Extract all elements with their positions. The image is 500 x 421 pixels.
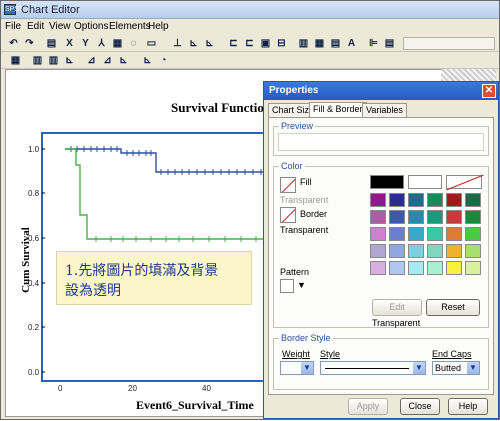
color-swatch[interactable] <box>408 244 424 258</box>
color-swatch[interactable] <box>427 227 443 241</box>
fill-swatch-icon[interactable] <box>280 177 296 193</box>
border-value: Transparent <box>280 225 329 235</box>
endcaps-value: Butted <box>435 363 462 373</box>
color-swatch[interactable] <box>465 261 481 275</box>
x-ticks: 0 20 40 <box>58 384 211 393</box>
color-swatch[interactable] <box>427 210 443 224</box>
color-swatch[interactable] <box>465 244 481 258</box>
color-swatch[interactable] <box>370 227 386 241</box>
series-1-line <box>65 148 272 173</box>
pattern-label: Pattern <box>280 267 310 277</box>
color-swatch[interactable] <box>389 261 405 275</box>
color-swatch[interactable] <box>465 210 481 224</box>
series-1-censor-marks <box>70 146 262 175</box>
reset-button[interactable]: Reset <box>426 299 480 316</box>
tab-variables[interactable]: Variables <box>362 103 407 117</box>
preview-group: Preview <box>273 121 489 156</box>
y-tick-label: 0.2 <box>28 323 40 332</box>
y-tick-label: 0.8 <box>28 189 40 198</box>
dialog-title: Properties <box>269 85 319 96</box>
y-tick-label: 1.0 <box>28 145 40 154</box>
fill-value: Transparent <box>280 195 329 205</box>
color-swatch[interactable] <box>465 193 481 207</box>
y-tick-label: 0.4 <box>28 279 40 288</box>
color-swatch[interactable] <box>446 227 462 241</box>
preview-box <box>278 133 484 151</box>
color-swatch[interactable] <box>408 193 424 207</box>
y-tick-label: 0.6 <box>28 234 40 243</box>
close-icon[interactable]: ✕ <box>482 84 496 98</box>
border-style-label: Border Style <box>279 333 333 343</box>
color-swatch[interactable] <box>389 244 405 258</box>
color-swatch[interactable] <box>427 244 443 258</box>
color-swatch[interactable] <box>446 174 484 191</box>
fill-label[interactable]: Fill <box>300 177 312 187</box>
border-swatch-icon[interactable] <box>280 207 296 223</box>
weight-label: Weight <box>282 349 310 359</box>
fill-border-panel: Preview Color Fill Transparent Border Tr… <box>268 117 494 395</box>
preview-label: Preview <box>279 121 316 131</box>
style-label: Style <box>320 349 341 359</box>
color-swatch[interactable] <box>446 210 462 224</box>
color-swatch[interactable] <box>389 193 405 207</box>
color-swatch[interactable] <box>427 193 443 207</box>
pattern-swatch[interactable] <box>280 279 294 293</box>
color-swatch[interactable] <box>370 175 404 189</box>
chevron-down-icon: ▼ <box>467 362 479 374</box>
border-label[interactable]: Border <box>300 209 327 219</box>
annotation-callout: 1.先將圖片的填滿及背景 設為透明 <box>56 251 252 305</box>
close-button[interactable]: Close <box>400 398 440 415</box>
series-2-line <box>65 148 272 240</box>
tab-fill-border[interactable]: Fill & Border <box>309 102 367 117</box>
series-2 <box>65 148 272 242</box>
color-swatch[interactable] <box>370 244 386 258</box>
color-swatch[interactable] <box>370 261 386 275</box>
color-swatch[interactable] <box>408 227 424 241</box>
color-swatch[interactable] <box>446 193 462 207</box>
x-tick-label: 40 <box>202 384 211 393</box>
border-style-group: Border Style Weight Style End Caps ▼ ▼ B… <box>273 333 489 390</box>
pattern-dropdown-icon[interactable]: ▼ <box>297 280 306 290</box>
color-swatch[interactable] <box>408 175 442 189</box>
weight-select[interactable]: ▼ <box>280 361 314 375</box>
color-swatch[interactable] <box>446 261 462 275</box>
color-group: Color Fill Transparent Border Transparen… <box>273 161 489 328</box>
apply-button[interactable]: Apply <box>348 398 388 415</box>
x-tick-label: 20 <box>128 384 137 393</box>
color-label: Color <box>279 161 305 171</box>
edit-button[interactable]: Edit <box>372 299 422 316</box>
y-tick-label: 0.0 <box>28 368 40 377</box>
color-swatch[interactable] <box>446 244 462 258</box>
color-swatch[interactable] <box>370 193 386 207</box>
chevron-down-icon: ▼ <box>413 362 425 374</box>
color-swatch[interactable] <box>389 227 405 241</box>
color-swatch[interactable] <box>370 210 386 224</box>
line-style-preview <box>325 368 409 369</box>
color-swatch[interactable] <box>465 227 481 241</box>
color-swatch[interactable] <box>408 261 424 275</box>
callout-line-2: 設為透明 <box>65 283 121 299</box>
chevron-down-icon: ▼ <box>301 362 313 374</box>
endcaps-select[interactable]: Butted ▼ <box>432 361 480 375</box>
color-swatch[interactable] <box>389 210 405 224</box>
properties-dialog: Properties ✕ Chart Size Fill & Border Va… <box>263 81 499 419</box>
color-palette <box>370 174 486 279</box>
dialog-title-bar[interactable]: Properties ✕ <box>264 82 498 100</box>
endcaps-label: End Caps <box>432 349 472 359</box>
chart-editor-window: SPSS Chart Editor File Edit View Options… <box>0 0 500 420</box>
transparent-slash <box>446 174 484 191</box>
x-tick-label: 0 <box>58 384 63 393</box>
color-swatch[interactable] <box>408 210 424 224</box>
style-select[interactable]: ▼ <box>320 361 426 375</box>
transparent-caption: Transparent <box>372 318 421 328</box>
color-swatch[interactable] <box>427 261 443 275</box>
series-1 <box>65 146 272 175</box>
callout-line-1: 1.先將圖片的填滿及背景 <box>65 263 219 279</box>
help-button[interactable]: Help <box>448 398 488 415</box>
